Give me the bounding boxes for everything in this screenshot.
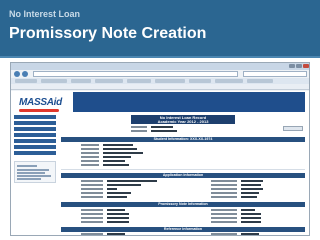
text-line (17, 169, 49, 171)
favorite-link[interactable] (15, 79, 37, 83)
header-banner (73, 92, 305, 112)
web-page: MASSAid No Interest Loan Record Academic… (11, 91, 309, 235)
info-row (81, 213, 301, 216)
sidebar (14, 115, 56, 233)
sidebar-item[interactable] (14, 139, 56, 144)
info-row (81, 196, 301, 199)
student-info-bar: Student Information: XXX-XX-1974 (61, 137, 305, 142)
main-content: No Interest Loan Record Academic Year 20… (61, 115, 305, 235)
logo-swoosh (19, 109, 59, 112)
info-row (81, 164, 201, 167)
info-row (81, 209, 301, 212)
favorite-link[interactable] (41, 79, 67, 83)
name-row (131, 130, 231, 133)
close-icon[interactable] (303, 64, 309, 68)
slide-title: Promissory Note Creation (9, 25, 207, 42)
window-titlebar (11, 63, 309, 70)
application-info-bar: Application Information (61, 173, 305, 178)
sidebar-item[interactable] (14, 133, 56, 138)
favorite-link[interactable] (189, 79, 211, 83)
command-bar (11, 84, 309, 90)
info-row (81, 180, 301, 183)
favorite-link[interactable] (215, 79, 243, 83)
minimize-icon[interactable] (289, 64, 295, 68)
application-info-heading: Application Information (162, 173, 204, 177)
promissory-note-bar: Promissory Note Information (61, 202, 305, 207)
info-row (81, 217, 301, 220)
info-row (81, 184, 301, 187)
record-title-box: No Interest Loan Record Academic Year 20… (131, 115, 235, 124)
text-line (17, 172, 45, 174)
action-button[interactable] (283, 126, 303, 131)
section-divider (61, 169, 305, 170)
student-info-heading: Student Information: XXX-XX-1974 (153, 137, 213, 141)
favorite-link[interactable] (247, 79, 273, 83)
header-rule (0, 56, 320, 58)
promissory-note-heading: Promissory Note Information (158, 202, 208, 206)
info-row (81, 144, 201, 147)
reference-info-heading: Reference Information (163, 227, 203, 231)
sidebar-info-box (14, 161, 56, 183)
info-row (81, 188, 301, 191)
info-row (81, 192, 301, 195)
browser-screenshot: MASSAid No Interest Loan Record Academic… (10, 62, 310, 236)
info-row (81, 160, 201, 163)
logo-text: MASSAid (19, 97, 62, 108)
forward-icon[interactable] (22, 71, 28, 77)
sidebar-item[interactable] (14, 127, 56, 132)
address-bar[interactable] (33, 71, 238, 77)
massaid-logo: MASSAid (15, 93, 62, 112)
record-subtitle: Academic Year 2012 - 2013 (157, 119, 209, 124)
sidebar-item[interactable] (14, 151, 56, 156)
info-row (81, 233, 301, 235)
sidebar-item[interactable] (14, 115, 56, 120)
favorite-link[interactable] (95, 79, 123, 83)
text-line (17, 175, 51, 177)
sidebar-item[interactable] (14, 145, 56, 150)
slide-header: No Interest Loan Promissory Note Creatio… (0, 0, 320, 58)
favorite-link[interactable] (127, 79, 151, 83)
text-line (17, 165, 37, 167)
name-row (131, 126, 231, 129)
sidebar-item[interactable] (14, 121, 56, 126)
maximize-icon[interactable] (296, 64, 302, 68)
search-input[interactable] (243, 71, 307, 77)
text-line (17, 178, 41, 180)
info-row (81, 221, 301, 224)
favorite-link[interactable] (155, 79, 185, 83)
info-row (81, 148, 201, 151)
info-row (81, 152, 201, 155)
info-row (81, 156, 201, 159)
back-icon[interactable] (14, 71, 20, 77)
reference-info-bar: Reference Information (61, 227, 305, 232)
slide: No Interest Loan Promissory Note Creatio… (0, 0, 320, 240)
favorite-link[interactable] (71, 79, 91, 83)
slide-subtitle: No Interest Loan (9, 9, 81, 19)
